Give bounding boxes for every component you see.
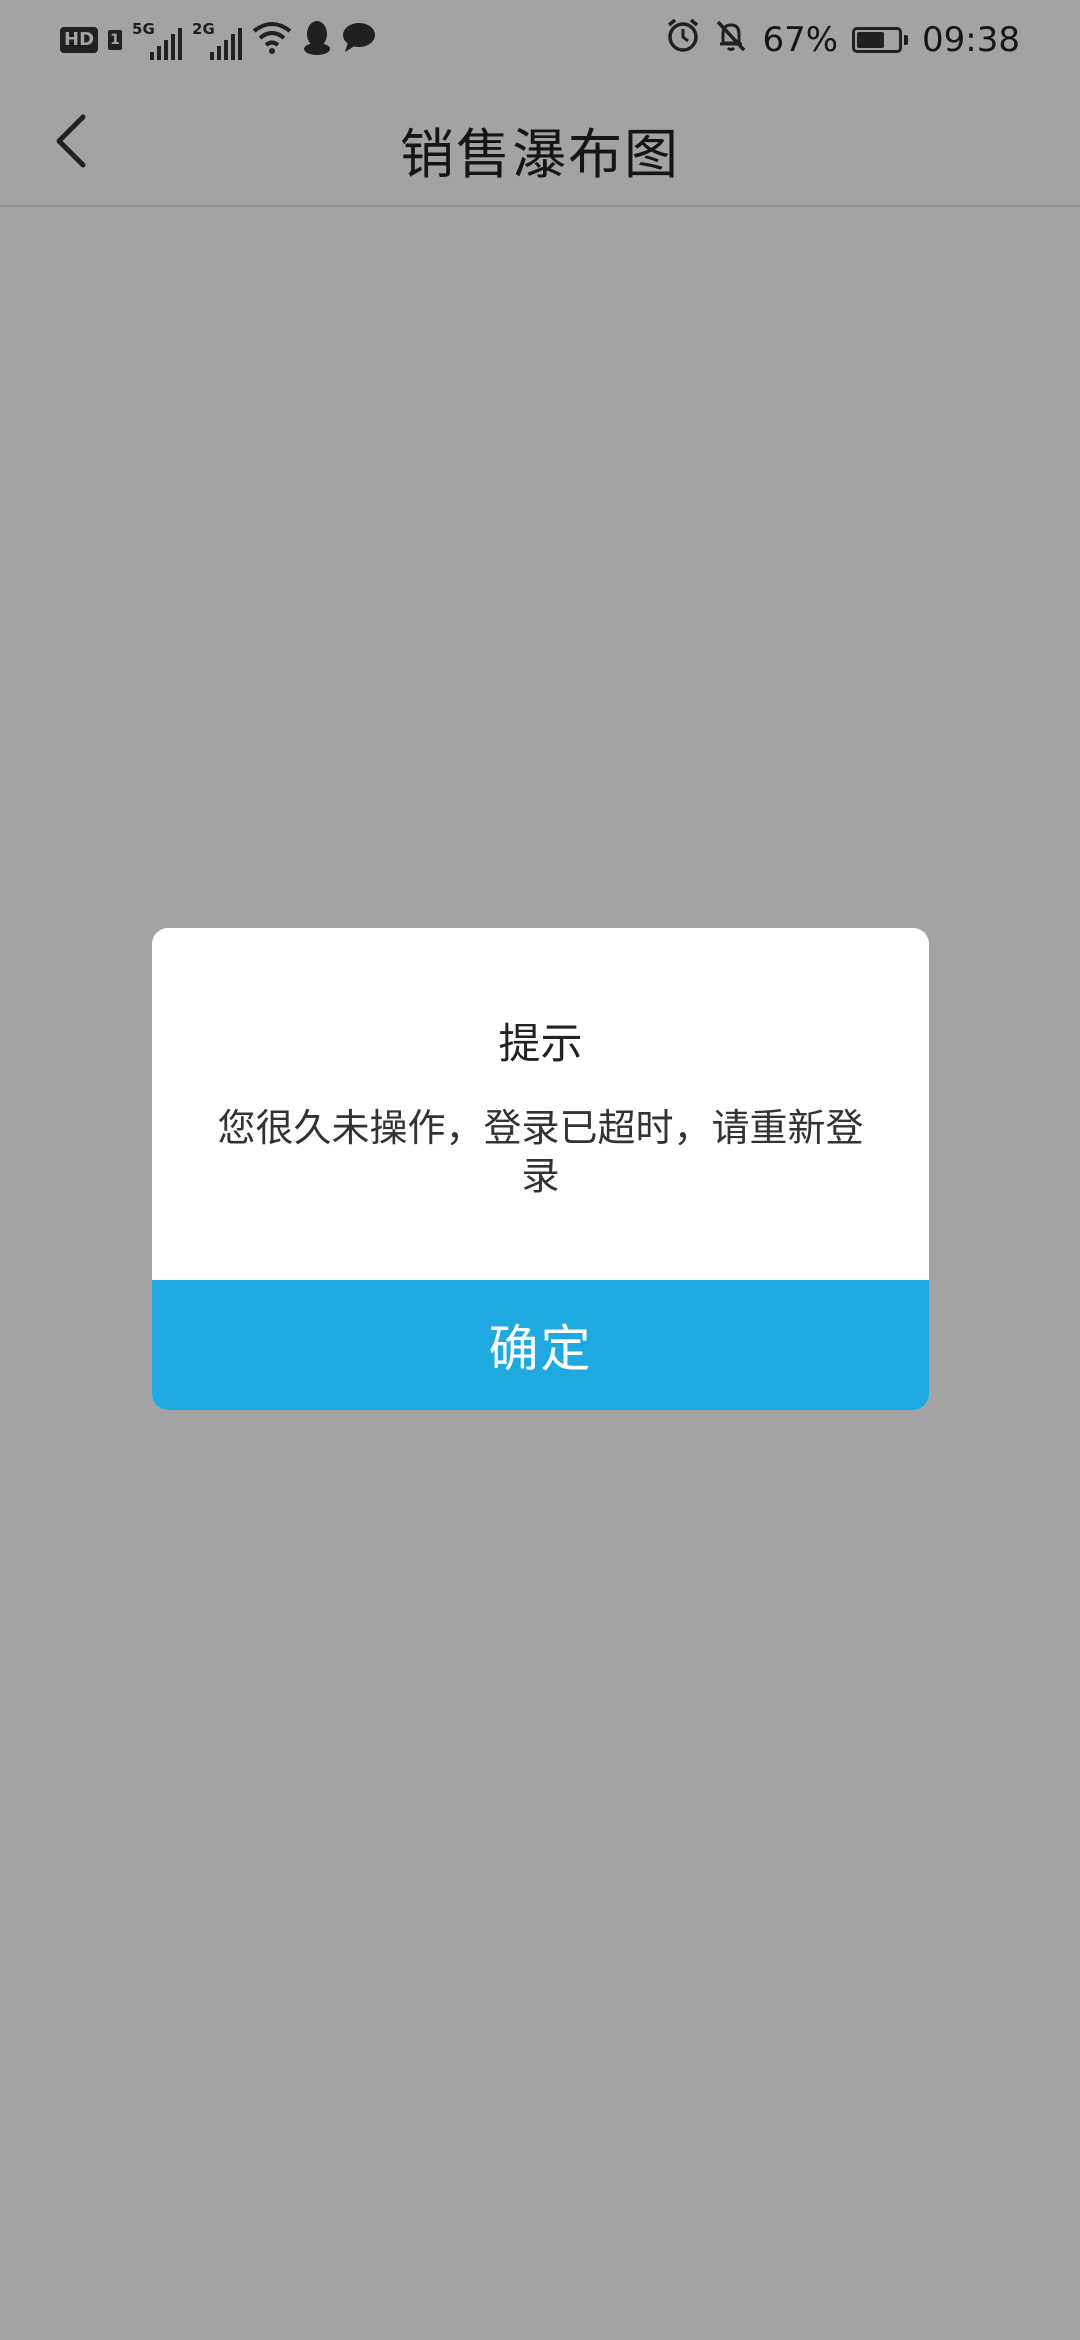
timeout-dialog: 提示 您很久未操作，登录已超时，请重新登录 确定 bbox=[152, 928, 929, 1410]
dialog-message: 您很久未操作，登录已超时，请重新登录 bbox=[217, 1106, 864, 1198]
confirm-button[interactable]: 确定 bbox=[152, 1280, 929, 1410]
dialog-title: 提示 bbox=[498, 1019, 583, 1068]
